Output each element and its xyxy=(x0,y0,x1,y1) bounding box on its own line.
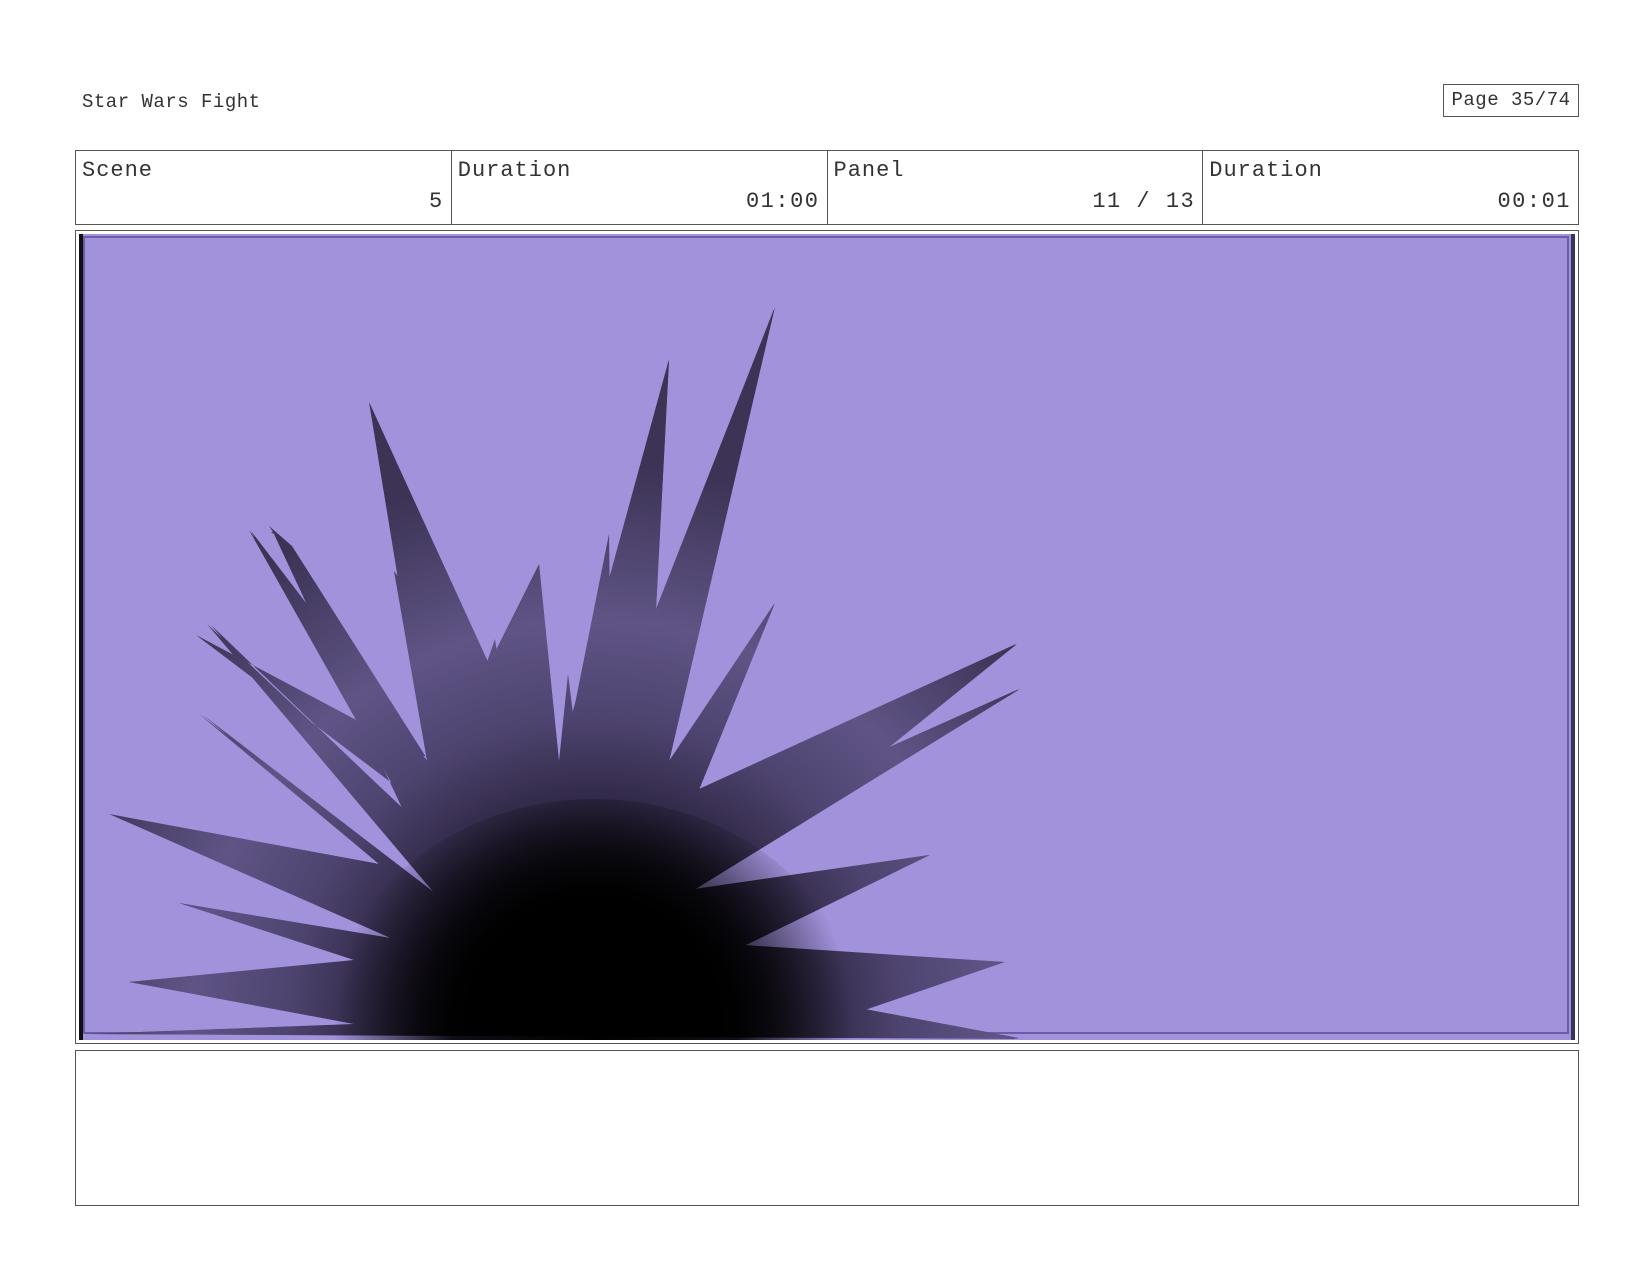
panel-info-table: Scene 5 Duration 01:00 Panel 11 / 13 Dur… xyxy=(75,150,1579,225)
scene-duration-label: Duration xyxy=(457,158,572,183)
panel-duration-label: Duration xyxy=(1209,158,1323,183)
scene-cell: Scene 5 xyxy=(76,151,452,224)
panel-left-edge xyxy=(79,234,83,1040)
scene-duration-value: 01:00 xyxy=(745,189,820,214)
scene-value: 5 xyxy=(429,189,444,214)
panel-duration-cell: Duration 00:01 xyxy=(1203,151,1578,224)
page-counter: Page 35/74 xyxy=(1443,84,1579,117)
panel-notes-box[interactable] xyxy=(75,1050,1579,1206)
panel-duration-value: 00:01 xyxy=(1497,189,1571,214)
panel-cell: Panel 11 / 13 xyxy=(828,151,1204,224)
panel-value: 11 / 13 xyxy=(1092,189,1196,214)
project-title: Star Wars Fight xyxy=(82,91,261,113)
storyboard-panel xyxy=(75,230,1579,1044)
explosion-illustration xyxy=(79,234,1575,1040)
panel-right-edge xyxy=(1571,234,1575,1040)
scene-label: Scene xyxy=(82,158,154,183)
panel-label: Panel xyxy=(833,158,905,183)
scene-duration-cell: Duration 01:00 xyxy=(452,151,828,224)
